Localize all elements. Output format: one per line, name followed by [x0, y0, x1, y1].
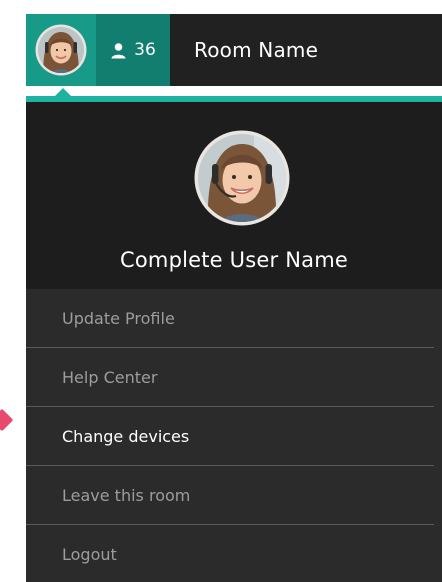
profile-user-name: Complete User Name: [120, 248, 348, 272]
menu-item-leave-room[interactable]: Leave this room: [26, 466, 434, 525]
person-icon: [111, 42, 126, 58]
participant-count: 36: [134, 40, 156, 60]
profile-avatar: [194, 130, 290, 230]
room-name-title: Room Name: [194, 38, 319, 62]
profile-header: Complete User Name: [26, 102, 442, 289]
menu-item-change-devices[interactable]: Change devices: [26, 407, 434, 466]
menu-item-update-profile[interactable]: Update Profile: [26, 289, 434, 348]
avatar: [194, 130, 290, 226]
menu-item-logout[interactable]: Logout: [26, 525, 434, 582]
menu-item-label: Change devices: [62, 426, 190, 446]
menu-item-label: Leave this room: [62, 485, 191, 505]
menu-item-label: Logout: [62, 545, 117, 564]
room-header-screen: 36 Room Name Complete User Name Update P…: [0, 0, 442, 582]
participant-count-button[interactable]: 36: [96, 14, 170, 86]
user-dropdown-menu: Complete User Name Update Profile Help C…: [26, 96, 442, 582]
user-avatar-button[interactable]: [26, 14, 96, 86]
room-top-bar: 36 Room Name: [26, 14, 442, 86]
avatar: [35, 24, 87, 76]
hover-indicator-marker: [0, 408, 14, 432]
menu-item-label: Help Center: [62, 367, 158, 387]
menu-item-help-center[interactable]: Help Center: [26, 348, 434, 407]
menu-item-label: Update Profile: [62, 308, 175, 328]
